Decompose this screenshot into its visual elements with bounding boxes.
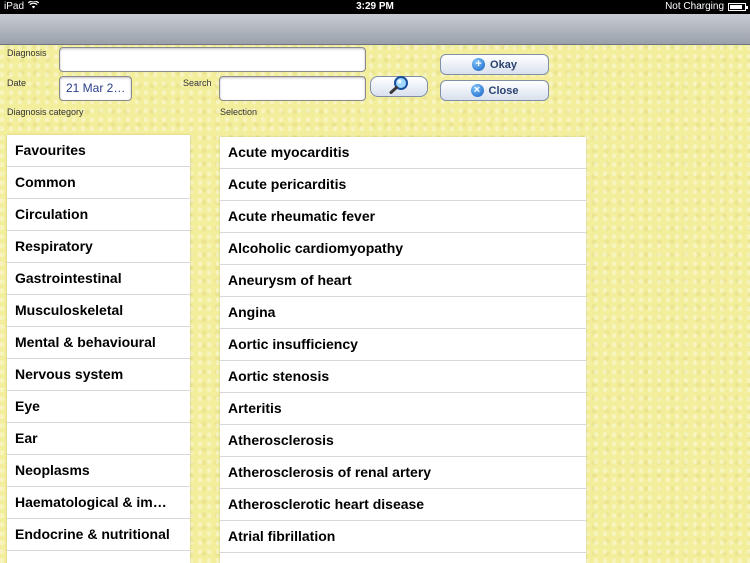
category-item[interactable]: Common — [7, 167, 190, 199]
selection-item[interactable]: Angina — [220, 297, 586, 329]
date-field[interactable]: 21 Mar 2… — [59, 76, 132, 101]
search-label: Search — [183, 78, 212, 88]
okay-button-label: Okay — [490, 58, 517, 71]
category-item[interactable]: Musculoskeletal — [7, 295, 190, 327]
selection-item[interactable]: Atherosclerosis — [220, 425, 586, 457]
category-item[interactable]: Eye — [7, 391, 190, 423]
diagnosis-field[interactable] — [59, 47, 366, 72]
clock: 3:29 PM — [356, 1, 394, 12]
plus-icon: + — [472, 58, 486, 71]
category-item[interactable]: Endocrine & nutritional — [7, 519, 190, 551]
charging-status: Not Charging — [665, 1, 724, 12]
category-item[interactable]: Haematological & im… — [7, 487, 190, 519]
navigation-bar — [0, 14, 750, 45]
selection-item[interactable]: Atherosclerosis of renal artery — [220, 457, 586, 489]
category-item[interactable]: Nervous system — [7, 359, 190, 391]
category-item[interactable]: Gastrointestinal — [7, 263, 190, 295]
selection-list[interactable]: Acute myocarditis Acute pericarditis Acute… — [220, 137, 586, 563]
search-button[interactable] — [370, 75, 428, 99]
okay-button[interactable]: + Okay — [440, 54, 549, 75]
selection-item[interactable]: Atrial fibrillation — [220, 521, 586, 553]
category-item[interactable]: Favourites — [7, 135, 190, 167]
category-item[interactable]: Respiratory — [7, 231, 190, 263]
category-label: Diagnosis category — [7, 107, 84, 117]
status-bar: iPad 3:29 PM Not Charging — [0, 0, 750, 14]
category-item[interactable]: Neoplasms — [7, 455, 190, 487]
selection-item[interactable]: Acute myocarditis — [220, 137, 586, 169]
close-button-label: Close — [488, 84, 519, 97]
selection-item[interactable]: Alcoholic cardiomyopathy — [220, 233, 586, 265]
selection-item[interactable]: Aneurysm of heart — [220, 265, 586, 297]
selection-item[interactable]: Acute pericarditis — [220, 169, 586, 201]
search-input[interactable] — [219, 76, 366, 101]
selection-item[interactable]: Acute rheumatic fever — [220, 201, 586, 233]
selection-item[interactable]: Atherosclerotic heart disease — [220, 489, 586, 521]
selection-item[interactable]: Arteritis — [220, 393, 586, 425]
battery-icon — [728, 3, 748, 11]
selection-item[interactable]: Aortic insufficiency — [220, 329, 586, 361]
selection-item[interactable]: Aortic stenosis — [220, 361, 586, 393]
category-item[interactable]: Mental & behavioural — [7, 327, 190, 359]
selection-label: Selection — [220, 107, 258, 117]
diagnosis-label: Diagnosis — [7, 48, 47, 58]
date-label: Date — [7, 78, 27, 88]
category-item[interactable]: Circulation — [7, 199, 190, 231]
close-button[interactable]: × Close — [440, 80, 549, 101]
category-item[interactable]: Ear — [7, 423, 190, 455]
magnifier-icon — [388, 75, 410, 99]
category-list[interactable]: Favourites Common Circulation Respiratory Ga… — [7, 135, 190, 563]
x-icon: × — [470, 84, 484, 97]
